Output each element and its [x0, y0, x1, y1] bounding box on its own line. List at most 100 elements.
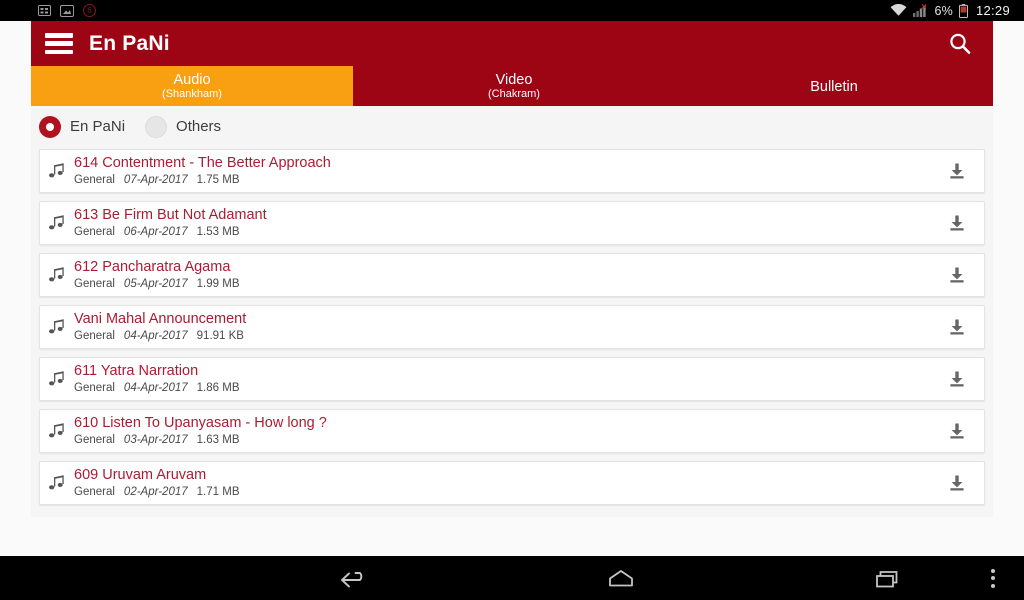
list-item-texts: 613 Be Firm But Not Adamant General 06-A…	[74, 207, 930, 239]
list-item-size: 1.53 MB	[196, 226, 240, 238]
tab-bar: Audio (Shankham) Video (Chakram) Bulleti…	[31, 66, 993, 106]
list-item[interactable]: 610 Listen To Upanyasam - How long ? Gen…	[39, 409, 985, 453]
search-icon[interactable]	[943, 27, 977, 61]
list-item-category: General	[74, 174, 115, 186]
wifi-icon	[890, 4, 907, 17]
tab-video-label: Video	[495, 72, 533, 88]
tab-bulletin-label: Bulletin	[810, 78, 858, 95]
battery-percent-text: 6%	[934, 3, 953, 18]
hamburger-menu-icon[interactable]	[45, 33, 73, 54]
download-icon[interactable]	[930, 357, 984, 401]
radio-en-pani-label: En PaNi	[70, 118, 126, 135]
radio-selected-icon	[39, 115, 61, 138]
source-filter-group: En PaNi Others	[31, 106, 993, 147]
music-note-icon	[40, 369, 74, 389]
list-item-date: 04-Apr-2017	[123, 382, 188, 394]
download-icon[interactable]	[930, 305, 984, 349]
list-item-size: 1.63 MB	[196, 434, 240, 446]
list-item-title: 609 Uruvam Aruvam	[74, 467, 207, 483]
list-item-texts: Vani Mahal Announcement General 04-Apr-2…	[74, 311, 930, 343]
list-item-meta: General 02-Apr-2017 1.71 MB	[74, 485, 922, 499]
list-item-date: 05-Apr-2017	[123, 278, 188, 290]
application-window: En PaNi Audio (Shankham) Video (Chakram)…	[31, 21, 993, 517]
list-item-meta: General 06-Apr-2017 1.53 MB	[74, 225, 922, 239]
audio-list: 614 Contentment - The Better Approach Ge…	[31, 147, 993, 505]
device-screen: 6 6% 12:29 En PaNi Audio (Shankham) Vide…	[0, 0, 1024, 600]
home-icon[interactable]	[546, 567, 696, 589]
list-item-texts: 609 Uruvam Aruvam General 02-Apr-2017 1.…	[74, 467, 930, 499]
download-icon[interactable]	[930, 201, 984, 245]
list-item-date: 07-Apr-2017	[123, 174, 188, 186]
battery-icon	[958, 3, 968, 18]
list-item-category: General	[74, 226, 115, 238]
back-arrow-icon[interactable]	[280, 567, 430, 589]
music-note-icon	[40, 473, 74, 493]
overflow-menu-icon[interactable]	[961, 568, 1024, 588]
list-item-title: 612 Pancharatra Agama	[74, 259, 231, 275]
tab-video-sublabel: (Chakram)	[488, 88, 540, 100]
music-note-icon	[40, 161, 74, 181]
list-item[interactable]: 612 Pancharatra Agama General 05-Apr-201…	[39, 253, 985, 297]
list-item-date: 06-Apr-2017	[123, 226, 188, 238]
list-item[interactable]: 609 Uruvam Aruvam General 02-Apr-2017 1.…	[39, 461, 985, 505]
list-item-category: General	[74, 382, 115, 394]
notification-count-badge: 6	[83, 4, 96, 17]
list-item-size: 1.71 MB	[196, 486, 240, 498]
sd-card-icon	[60, 4, 74, 17]
list-item-meta: General 04-Apr-2017 91.91 KB	[74, 329, 922, 343]
tab-video[interactable]: Video (Chakram)	[353, 66, 675, 106]
download-icon[interactable]	[930, 461, 984, 505]
radio-unselected-icon	[145, 115, 168, 138]
list-item-texts: 614 Contentment - The Better Approach Ge…	[74, 155, 930, 187]
page-title: En PaNi	[89, 31, 170, 55]
music-note-icon	[40, 265, 74, 285]
list-item-title: 611 Yatra Narration	[74, 363, 199, 379]
sim-card-icon	[38, 5, 51, 16]
list-item-size: 1.86 MB	[196, 382, 240, 394]
tab-bulletin[interactable]: Bulletin	[675, 66, 993, 106]
recent-apps-icon[interactable]	[811, 567, 961, 589]
list-item-title: 614 Contentment - The Better Approach	[74, 155, 331, 171]
list-item-category: General	[74, 330, 115, 342]
list-item[interactable]: Vani Mahal Announcement General 04-Apr-2…	[39, 305, 985, 349]
list-item-texts: 610 Listen To Upanyasam - How long ? Gen…	[74, 415, 930, 447]
list-item-date: 03-Apr-2017	[123, 434, 188, 446]
tab-audio[interactable]: Audio (Shankham)	[31, 66, 353, 106]
list-item-size: 1.75 MB	[196, 174, 240, 186]
download-icon[interactable]	[930, 409, 984, 453]
status-bar: 6 6% 12:29	[0, 0, 1024, 21]
system-navigation-bar	[0, 556, 1024, 600]
list-item-size: 1.99 MB	[196, 278, 240, 290]
list-item[interactable]: 614 Contentment - The Better Approach Ge…	[39, 149, 985, 193]
list-item-size: 91.91 KB	[196, 330, 244, 342]
status-bar-left: 6	[0, 4, 96, 17]
list-item-date: 04-Apr-2017	[123, 330, 188, 342]
list-item-meta: General 03-Apr-2017 1.63 MB	[74, 433, 922, 447]
tab-audio-label: Audio	[173, 72, 211, 88]
list-item-title: 613 Be Firm But Not Adamant	[74, 207, 267, 223]
music-note-icon	[40, 213, 74, 233]
nav-buttons-group	[280, 567, 961, 589]
download-icon[interactable]	[930, 253, 984, 297]
list-item[interactable]: 611 Yatra Narration General 04-Apr-2017 …	[39, 357, 985, 401]
tab-audio-sublabel: (Shankham)	[162, 88, 222, 100]
list-item-title: 610 Listen To Upanyasam - How long ?	[74, 415, 327, 431]
list-item-date: 02-Apr-2017	[123, 486, 188, 498]
list-item-category: General	[74, 434, 115, 446]
radio-others-label: Others	[176, 118, 222, 135]
list-item-meta: General 05-Apr-2017 1.99 MB	[74, 277, 922, 291]
music-note-icon	[40, 421, 74, 441]
music-note-icon	[40, 317, 74, 337]
action-bar: En PaNi	[31, 21, 993, 66]
download-icon[interactable]	[930, 149, 984, 193]
radio-others[interactable]: Others	[145, 115, 222, 138]
list-item-category: General	[74, 278, 115, 290]
radio-en-pani[interactable]: En PaNi	[39, 115, 126, 138]
list-item-meta: General 04-Apr-2017 1.86 MB	[74, 381, 922, 395]
cellular-signal-off-icon	[913, 4, 928, 17]
list-item-texts: 612 Pancharatra Agama General 05-Apr-201…	[74, 259, 930, 291]
clock-text: 12:29	[975, 3, 1010, 18]
list-item[interactable]: 613 Be Firm But Not Adamant General 06-A…	[39, 201, 985, 245]
list-item-category: General	[74, 486, 115, 498]
status-bar-right: 6% 12:29	[890, 3, 1024, 18]
